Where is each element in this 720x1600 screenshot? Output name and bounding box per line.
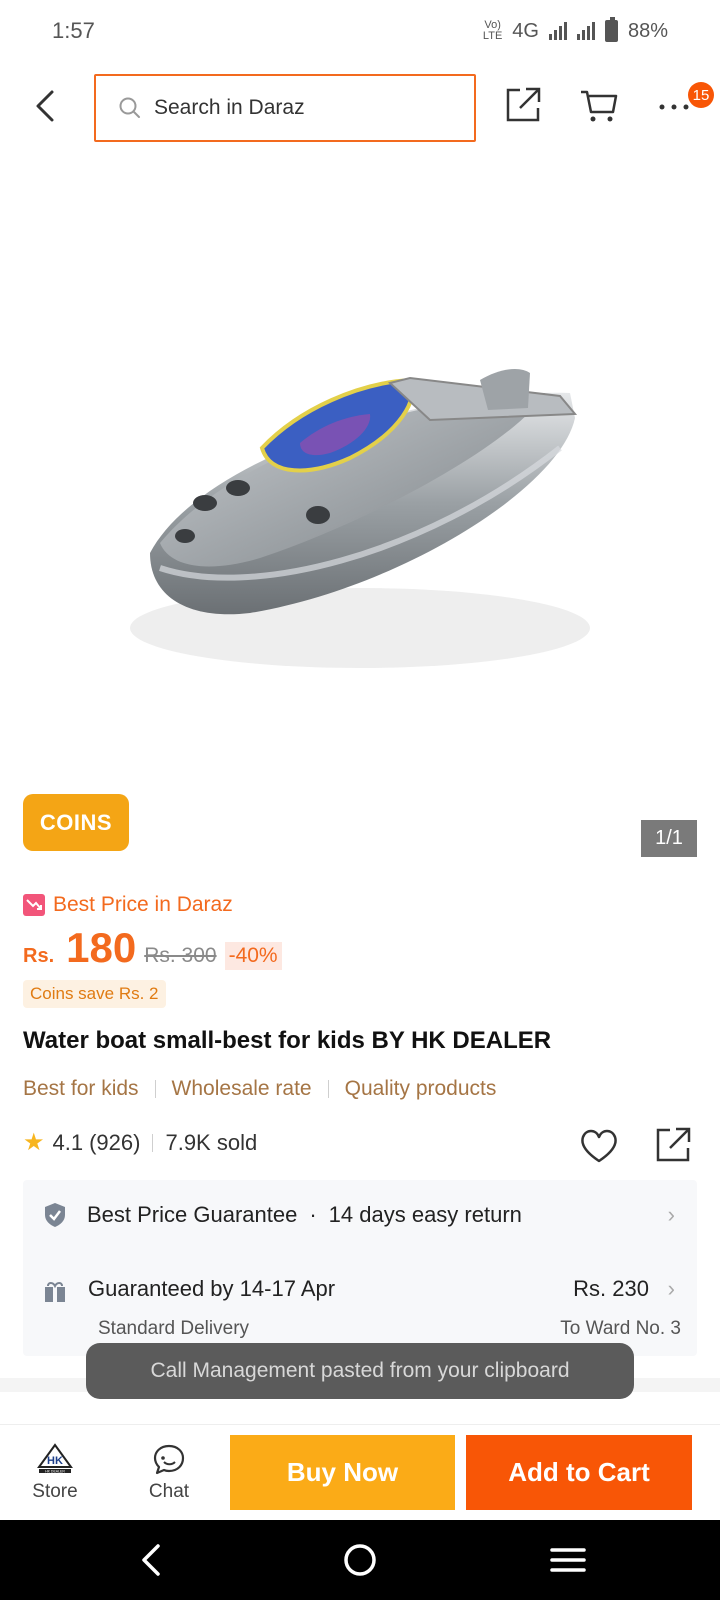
coins-save-badge: Coins save Rs. 2 bbox=[23, 980, 166, 1008]
system-nav-bar bbox=[0, 1520, 720, 1600]
share-button[interactable] bbox=[652, 1124, 694, 1166]
product-tag: Best for kids bbox=[23, 1077, 139, 1100]
buy-now-button[interactable]: Buy Now bbox=[230, 1435, 455, 1510]
cart-icon bbox=[581, 90, 618, 122]
original-price: Rs. 300 bbox=[144, 944, 217, 967]
review-count: (926) bbox=[89, 1129, 141, 1155]
add-to-cart-button[interactable]: Add to Cart bbox=[466, 1435, 692, 1510]
nav-back-button[interactable] bbox=[130, 1538, 174, 1582]
signal-icon bbox=[548, 22, 567, 40]
nav-home-icon bbox=[344, 1544, 376, 1576]
search-input[interactable]: Search in Daraz bbox=[94, 74, 476, 142]
clipboard-toast: Call Management pasted from your clipboa… bbox=[86, 1343, 634, 1399]
header-share-button[interactable] bbox=[502, 84, 544, 126]
nav-back-icon bbox=[142, 1544, 160, 1576]
store-button[interactable]: HK HK DEALER Store bbox=[10, 1425, 100, 1521]
chat-icon bbox=[153, 1444, 185, 1475]
current-price: 180 bbox=[66, 924, 137, 971]
status-icons: Vo) LTE 4G 88% bbox=[482, 17, 668, 43]
search-placeholder: Search in Daraz bbox=[154, 96, 305, 119]
nav-home-button[interactable] bbox=[338, 1538, 382, 1582]
delivery-location: To Ward No. 3 bbox=[560, 1318, 681, 1339]
product-tags: Best for kids Wholesale rate Quality pro… bbox=[23, 1077, 496, 1101]
search-icon bbox=[119, 97, 140, 118]
share-icon bbox=[506, 87, 541, 122]
top-nav: Search in Daraz bbox=[0, 70, 720, 142]
price-trend-icon bbox=[23, 894, 45, 916]
guarantee-text: Best Price Guarantee bbox=[87, 1202, 298, 1227]
store-label: Store bbox=[32, 1481, 78, 1502]
product-image[interactable] bbox=[0, 158, 720, 758]
status-bar: 1:57 Vo) LTE 4G 88% bbox=[0, 0, 720, 62]
back-arrow-icon bbox=[36, 90, 54, 122]
back-button[interactable] bbox=[28, 84, 68, 128]
discount-badge: -40% bbox=[224, 942, 282, 970]
shield-check-icon bbox=[45, 1203, 65, 1227]
divider bbox=[327, 1080, 329, 1098]
best-price-text: Best Price in Daraz bbox=[53, 893, 233, 916]
delivery-row[interactable]: Guaranteed by 14-17 Apr Rs. 230 › Standa… bbox=[23, 1250, 697, 1356]
rating-value: 4.1 bbox=[52, 1129, 84, 1155]
return-policy-text: 14 days easy return bbox=[328, 1202, 522, 1227]
heart-icon bbox=[581, 1129, 617, 1163]
coins-tag[interactable]: COINS bbox=[23, 794, 129, 851]
image-counter: 1/1 bbox=[641, 820, 697, 857]
product-title: Water boat small-best for kids BY HK DEA… bbox=[23, 1027, 552, 1054]
bottom-action-bar: HK HK DEALER Store Chat Buy Now Add to C… bbox=[0, 1424, 720, 1520]
cart-count-badge: 15 bbox=[688, 82, 714, 108]
wishlist-button[interactable] bbox=[578, 1126, 620, 1166]
delivery-type: Standard Delivery bbox=[98, 1318, 250, 1339]
divider bbox=[152, 1133, 154, 1152]
guarantee-row[interactable]: Best Price Guarantee · 14 days easy retu… bbox=[23, 1180, 697, 1250]
boat-toy-image bbox=[130, 368, 590, 668]
battery-icon bbox=[604, 17, 618, 42]
nav-menu-button[interactable] bbox=[546, 1538, 590, 1582]
best-price-label: Best Price in Daraz bbox=[23, 893, 233, 917]
network-type: 4G bbox=[512, 19, 539, 42]
divider bbox=[154, 1080, 156, 1098]
svg-text:HK DEALER: HK DEALER bbox=[45, 1470, 65, 1474]
rating-row[interactable]: ★ 4.1 (926) 7.9K sold bbox=[23, 1128, 257, 1157]
signal-icon-2 bbox=[576, 22, 595, 40]
nav-menu-icon bbox=[550, 1548, 586, 1572]
store-icon: HK HK DEALER bbox=[37, 1443, 73, 1474]
share-icon bbox=[656, 1127, 691, 1162]
volte-icon: Vo) LTE bbox=[482, 19, 503, 42]
product-tag: Wholesale rate bbox=[171, 1077, 312, 1100]
svg-text:HK: HK bbox=[47, 1455, 63, 1467]
chevron-right-icon: › bbox=[667, 1202, 675, 1227]
chat-label: Chat bbox=[148, 1481, 190, 1502]
delivery-price: Rs. 230 bbox=[573, 1276, 649, 1301]
product-tag: Quality products bbox=[344, 1077, 497, 1100]
service-info-card: Best Price Guarantee · 14 days easy retu… bbox=[23, 1180, 697, 1356]
gift-icon bbox=[45, 1282, 65, 1302]
battery-level: 88% bbox=[627, 19, 668, 42]
separator-dot: · bbox=[309, 1202, 317, 1227]
star-icon: ★ bbox=[23, 1129, 45, 1156]
price-row: Rs. 180 Rs. 300 -40% bbox=[23, 924, 282, 972]
header-cart-button[interactable] bbox=[578, 84, 620, 126]
status-time: 1:57 bbox=[52, 18, 95, 43]
delivery-title: Guaranteed by 14-17 Apr bbox=[88, 1276, 336, 1301]
chevron-right-icon: › bbox=[667, 1276, 675, 1301]
currency: Rs. bbox=[23, 945, 55, 967]
sold-count: 7.9K sold bbox=[165, 1129, 258, 1155]
chat-button[interactable]: Chat bbox=[124, 1425, 214, 1521]
